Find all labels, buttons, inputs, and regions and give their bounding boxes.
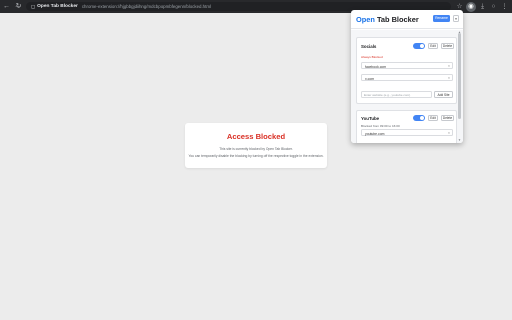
blocked-message: This site is currently blocked by Open T… <box>219 147 293 151</box>
add-site-button[interactable]: Add Site <box>434 91 453 98</box>
scroll-down-icon[interactable]: ▼ <box>458 138 461 142</box>
always-blocked-label: Always Blocked <box>361 55 383 59</box>
delete-button[interactable]: Delete <box>441 115 454 121</box>
group-toggle[interactable] <box>413 115 425 121</box>
group-card-socials: Socials Edit Delete Always Blocked faceb… <box>356 37 457 104</box>
remove-site-icon[interactable]: × <box>448 131 450 135</box>
site-url: facebook.com <box>365 64 387 69</box>
site-name: Open Tab Blocker <box>37 4 78 9</box>
url-text: chrome-extension://hjgbbgjdiihng/mdcbpop… <box>81 4 211 9</box>
site-url: x.com <box>365 76 375 81</box>
edit-button[interactable]: Edit <box>428 43 438 49</box>
extension-page-icon: ◻ <box>31 3 36 10</box>
schedule-text: Blocked from 09:00 to 16:00 <box>361 124 400 128</box>
back-arrow-icon[interactable]: ← <box>1 0 12 13</box>
groups-list[interactable]: Socials Edit Delete Always Blocked faceb… <box>351 30 463 143</box>
blocked-card: Access Blocked This site is currently bl… <box>185 123 327 168</box>
site-row: facebook.com × <box>361 62 453 69</box>
dropdown-button[interactable]: ▾ <box>453 15 459 22</box>
download-icon[interactable]: ⤓ <box>477 0 488 13</box>
blocked-hint: You can temporarily disable the blocking… <box>188 154 324 159</box>
remove-site-icon[interactable]: × <box>448 76 450 80</box>
group-card-youtube: YouTube Edit Delete Blocked from 09:00 t… <box>356 110 457 143</box>
remove-site-icon[interactable]: × <box>448 64 450 68</box>
app-logo: Open Tab Blocker <box>356 15 419 24</box>
blocked-title: Access Blocked <box>226 132 286 141</box>
group-name: Socials <box>361 44 377 49</box>
popup-header: Open Tab Blocker Rename ▾ <box>351 10 463 29</box>
site-url: youtube.com <box>365 131 385 136</box>
group-toggle[interactable] <box>413 43 425 49</box>
add-site-input[interactable]: Enter website (e.g., youtube.com) <box>361 91 432 98</box>
menu-icon[interactable]: ⋮ <box>499 0 510 13</box>
extension-popup: Open Tab Blocker Rename ▾ Socials Edit D… <box>351 10 463 143</box>
site-row: x.com × <box>361 74 453 81</box>
edit-button[interactable]: Edit <box>428 115 438 121</box>
profile-icon[interactable]: ○ <box>488 0 499 13</box>
rename-button[interactable]: Rename <box>433 15 450 22</box>
logo-text: Tab Blocker <box>374 15 419 24</box>
group-name: YouTube <box>361 116 380 121</box>
extension-icon[interactable]: ◉ <box>466 1 476 12</box>
site-row: youtube.com × <box>361 129 453 136</box>
reload-icon[interactable]: ↻ <box>13 0 24 13</box>
scrollbar-thumb[interactable] <box>458 33 461 119</box>
logo-accent: Open <box>356 15 375 24</box>
delete-button[interactable]: Delete <box>441 43 454 49</box>
